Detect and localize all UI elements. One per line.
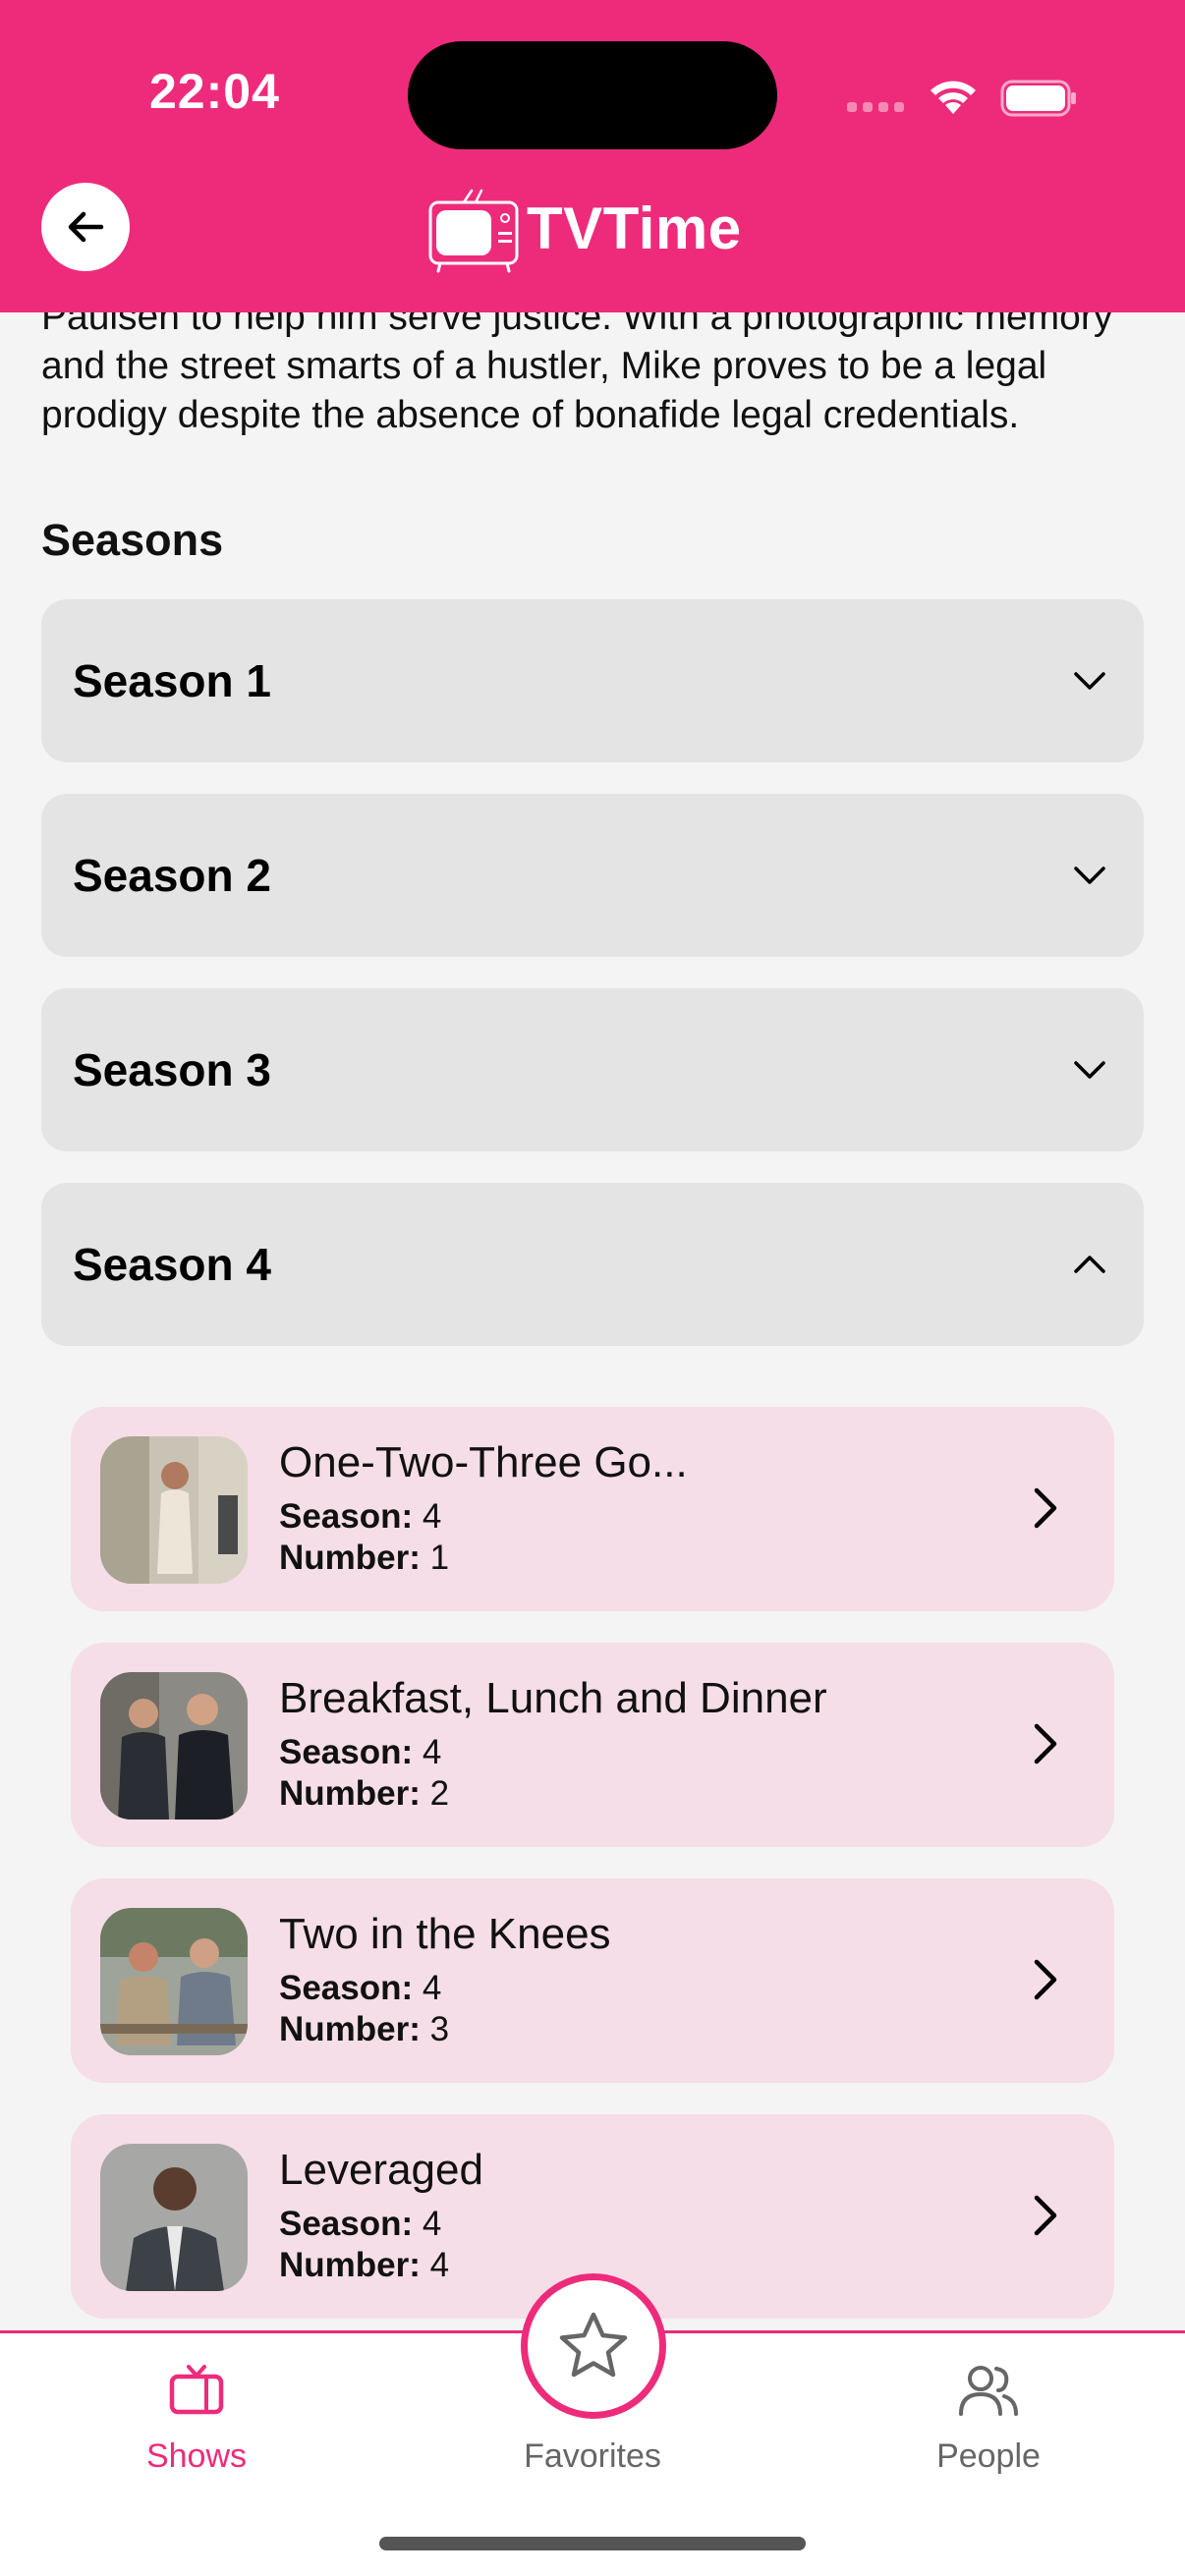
home-indicator[interactable] bbox=[379, 2537, 806, 2550]
chevron-down-icon bbox=[1074, 1061, 1105, 1079]
app-header: 22:04 TVTime bbox=[0, 0, 1185, 312]
number-value: 4 bbox=[429, 2246, 450, 2284]
season-accordion-3[interactable]: Season 3 bbox=[41, 988, 1144, 1151]
chevron-up-icon bbox=[1074, 1256, 1105, 1273]
episode-thumbnail bbox=[100, 1672, 248, 1820]
episode-season: Season: 4 bbox=[279, 1969, 441, 2008]
episode-season: Season: 4 bbox=[279, 2205, 441, 2244]
season-value: 4 bbox=[422, 1969, 442, 2007]
tab-people-label: People bbox=[936, 2437, 1041, 2475]
season-accordion-1[interactable]: Season 1 bbox=[41, 599, 1144, 762]
season-field-label: Season: bbox=[279, 1733, 414, 1771]
cellular-signal-icon bbox=[847, 102, 904, 112]
wifi-icon bbox=[931, 81, 976, 114]
episode-thumbnail bbox=[100, 2144, 248, 2291]
episode-title: Breakfast, Lunch and Dinner bbox=[279, 1674, 827, 1722]
number-value: 3 bbox=[429, 2010, 450, 2048]
tv-icon bbox=[169, 2365, 224, 2415]
episode-season: Season: 4 bbox=[279, 1733, 441, 1772]
chevron-right-icon bbox=[1034, 2195, 1057, 2236]
episode-thumbnail bbox=[100, 1436, 248, 1584]
number-value: 2 bbox=[429, 1774, 450, 1813]
season-value: 4 bbox=[422, 2205, 442, 2243]
season-label: Season 3 bbox=[73, 1044, 271, 1095]
chevron-down-icon bbox=[1074, 867, 1105, 884]
episode-card-3[interactable]: Two in the Knees Season: 4 Number: 3 bbox=[71, 1878, 1114, 2083]
tab-shows[interactable]: Shows bbox=[69, 2333, 324, 2491]
episode-number: Number: 2 bbox=[279, 1774, 449, 1814]
tab-favorites-label: Favorites bbox=[524, 2437, 661, 2475]
people-icon bbox=[959, 2366, 1018, 2416]
status-time: 22:04 bbox=[149, 64, 280, 119]
episode-title: Two in the Knees bbox=[279, 1910, 611, 1958]
episode-card-2[interactable]: Breakfast, Lunch and Dinner Season: 4 Nu… bbox=[71, 1643, 1114, 1847]
tab-shows-label: Shows bbox=[145, 2437, 248, 2475]
number-field-label: Number: bbox=[279, 1774, 421, 1813]
season-label: Season 1 bbox=[73, 655, 271, 706]
season-accordion-4[interactable]: Season 4 bbox=[41, 1183, 1144, 1346]
status-icons bbox=[847, 69, 1083, 128]
chevron-right-icon bbox=[1034, 1487, 1057, 1529]
number-value: 1 bbox=[429, 1539, 450, 1577]
app-logo: TVTime bbox=[426, 181, 761, 275]
number-field-label: Number: bbox=[279, 1539, 421, 1577]
season-accordion-2[interactable]: Season 2 bbox=[41, 794, 1144, 957]
tv-logo-icon bbox=[428, 189, 519, 273]
number-field-label: Number: bbox=[279, 2246, 421, 2284]
episode-number: Number: 1 bbox=[279, 1539, 449, 1578]
season-field-label: Season: bbox=[279, 1969, 414, 2007]
tab-people[interactable]: People bbox=[861, 2333, 1116, 2491]
star-icon bbox=[559, 2312, 628, 2378]
chevron-right-icon bbox=[1034, 1959, 1057, 2000]
episode-number: Number: 4 bbox=[279, 2246, 449, 2285]
episode-card-1[interactable]: One-Two-Three Go... Season: 4 Number: 1 bbox=[71, 1407, 1114, 1611]
back-button[interactable] bbox=[41, 183, 130, 271]
number-field-label: Number: bbox=[279, 2010, 421, 2048]
show-detail-content[interactable]: Paulsen to help him serve justice. With … bbox=[0, 275, 1185, 2338]
dynamic-island bbox=[408, 41, 777, 149]
episode-title: Leveraged bbox=[279, 2146, 483, 2194]
episode-title: One-Two-Three Go... bbox=[279, 1438, 688, 1486]
season-field-label: Season: bbox=[279, 1497, 414, 1536]
show-description: Paulsen to help him serve justice. With … bbox=[41, 296, 1113, 436]
screen: 22:04 TVTime Paulsen to help him serve j… bbox=[0, 0, 1185, 2576]
season-field-label: Season: bbox=[279, 2205, 414, 2243]
season-label: Season 4 bbox=[73, 1239, 271, 1290]
episode-number: Number: 3 bbox=[279, 2010, 449, 2049]
battery-icon bbox=[1000, 80, 1076, 117]
favorites-button[interactable] bbox=[521, 2273, 666, 2419]
chevron-right-icon bbox=[1034, 1723, 1057, 1764]
seasons-heading: Seasons bbox=[41, 515, 224, 565]
arrow-left-icon bbox=[68, 211, 104, 243]
season-label: Season 2 bbox=[73, 850, 271, 901]
chevron-down-icon bbox=[1074, 672, 1105, 690]
app-title: TVTime bbox=[527, 195, 742, 261]
season-value: 4 bbox=[422, 1497, 442, 1536]
episode-thumbnail bbox=[100, 1908, 248, 2055]
episode-season: Season: 4 bbox=[279, 1497, 441, 1537]
season-value: 4 bbox=[422, 1733, 442, 1771]
